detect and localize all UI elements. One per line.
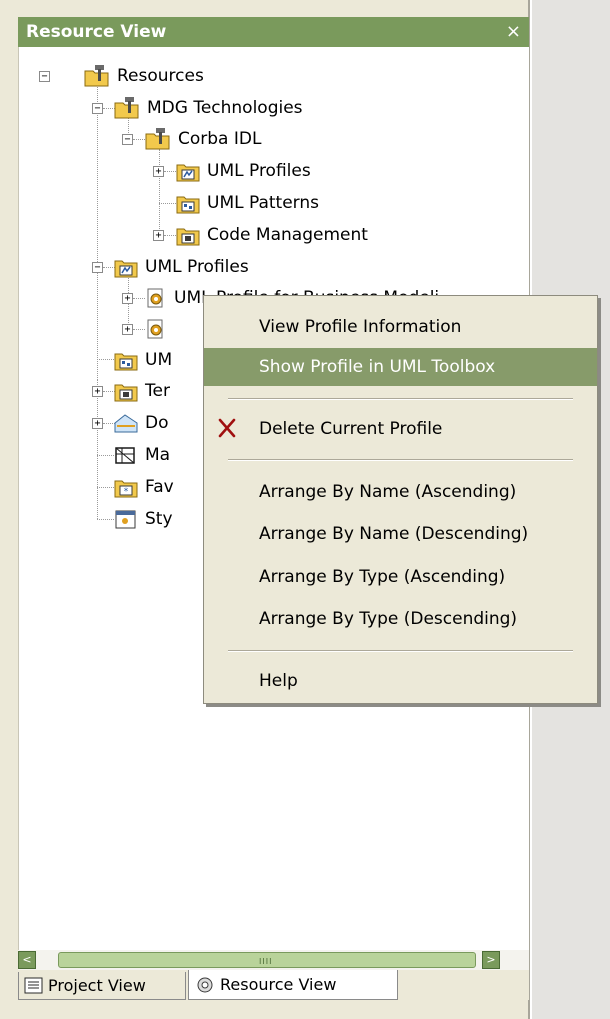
- tab-project-view[interactable]: Project View: [18, 972, 186, 1000]
- scroll-thumb[interactable]: IIII: [58, 952, 476, 968]
- menu-item-view-profile-information[interactable]: View Profile Information: [204, 308, 597, 346]
- tree-node-label: Fav: [145, 477, 174, 497]
- patterns-folder-icon: [114, 353, 138, 371]
- code-management-icon: [114, 384, 138, 402]
- scroll-left-button[interactable]: <: [18, 951, 36, 969]
- tree-node-corba-uml-patterns[interactable]: UML Patterns: [175, 190, 319, 216]
- stereotype-gear-icon: [147, 319, 163, 339]
- resource-view-tab-icon: [197, 977, 213, 992]
- tree-guide: [159, 203, 176, 204]
- collapse-toggle[interactable]: −: [92, 103, 103, 114]
- tree-guide: [97, 487, 114, 488]
- scroll-right-button[interactable]: >: [482, 951, 500, 969]
- menu-item-arrange-type-asc[interactable]: Arrange By Type (Ascending): [204, 558, 597, 596]
- tree-node-label: UML Profiles: [145, 257, 249, 277]
- menu-item-label: Delete Current Profile: [259, 419, 443, 439]
- menu-item-arrange-type-desc[interactable]: Arrange By Type (Descending): [204, 600, 597, 638]
- horizontal-scrollbar[interactable]: < IIII >: [18, 950, 529, 970]
- styles-icon: [115, 510, 136, 529]
- tree-node-label: Code Management: [207, 225, 368, 245]
- tree-guide: [97, 359, 114, 360]
- collapse-toggle[interactable]: −: [39, 71, 50, 82]
- tab-resource-view[interactable]: Resource View: [188, 970, 398, 1000]
- scroll-grip: IIII: [259, 957, 273, 966]
- tree-node-label: UM: [145, 350, 173, 370]
- tree-node-label: Resources: [117, 66, 204, 86]
- tree-guide: [97, 519, 114, 520]
- collapse-toggle[interactable]: −: [92, 262, 103, 273]
- resources-folder-icon: [114, 97, 139, 119]
- expand-toggle[interactable]: +: [153, 230, 164, 241]
- tree-node-label: Do: [145, 413, 169, 433]
- tree-node-mdg-technologies[interactable]: MDG Technologies: [113, 95, 303, 121]
- tab-label: Project View: [48, 976, 146, 995]
- tree-node-label: UML Profiles: [207, 161, 311, 181]
- menu-item-delete-current-profile[interactable]: Delete Current Profile: [204, 410, 597, 448]
- view-tabs: Project View Resource View: [18, 970, 529, 1000]
- stereotype-gear-icon: [147, 288, 163, 308]
- tree-node-resources[interactable]: Resources: [83, 63, 204, 89]
- profile-folder-icon: [176, 164, 200, 182]
- expand-toggle[interactable]: +: [122, 293, 133, 304]
- menu-item-arrange-name-asc[interactable]: Arrange By Name (Ascending): [204, 473, 597, 511]
- tree-node-label: MDG Technologies: [147, 98, 303, 118]
- menu-item-help[interactable]: Help: [204, 662, 597, 700]
- documents-icon: [114, 414, 138, 433]
- menu-separator: [228, 650, 573, 652]
- tree-guide: [97, 380, 98, 519]
- menu-separator: [228, 459, 573, 461]
- resources-folder-icon: [145, 128, 170, 150]
- tree-node-corba-code-management[interactable]: Code Management: [175, 222, 368, 248]
- tree-node-documents[interactable]: Do: [113, 410, 169, 436]
- tree-node-matrix[interactable]: Ma: [113, 442, 170, 468]
- svg-text:*: *: [124, 487, 129, 497]
- tree-node-label: UML Patterns: [207, 193, 320, 213]
- project-view-tab-icon: [24, 977, 43, 993]
- panel-title-bar: Resource View ×: [18, 17, 529, 47]
- context-menu: View Profile Information Show Profile in…: [203, 295, 598, 704]
- tree-node-templates[interactable]: Ter: [113, 378, 170, 404]
- tree-node-label: Ter: [145, 381, 170, 401]
- tree-node-uml-profiles[interactable]: UML Profiles: [113, 254, 249, 280]
- resources-folder-icon: [84, 65, 109, 87]
- collapse-toggle[interactable]: −: [122, 134, 133, 145]
- expand-toggle[interactable]: +: [92, 418, 103, 429]
- expand-toggle[interactable]: +: [122, 324, 133, 335]
- patterns-folder-icon: [176, 196, 200, 214]
- tree-guide: [159, 149, 160, 237]
- matrix-icon: [115, 447, 135, 464]
- panel-title: Resource View: [26, 22, 167, 42]
- tree-node-favorites[interactable]: * Fav: [113, 474, 174, 500]
- delete-x-icon: [218, 418, 236, 438]
- profile-folder-icon: [114, 260, 138, 278]
- tree-node-label: Corba IDL: [178, 129, 262, 149]
- tree-node-label: Sty: [145, 509, 173, 529]
- tree-node-styles[interactable]: Sty: [113, 506, 173, 532]
- menu-item-arrange-name-desc[interactable]: Arrange By Name (Descending): [204, 515, 597, 553]
- tree-node-corba-uml-profiles[interactable]: UML Profiles: [175, 158, 311, 184]
- tree-node-uml-patterns[interactable]: UM: [113, 347, 172, 373]
- menu-separator: [228, 398, 573, 400]
- menu-item-show-profile-in-toolbox[interactable]: Show Profile in UML Toolbox: [204, 348, 597, 386]
- code-management-icon: [176, 228, 200, 246]
- expand-toggle[interactable]: +: [92, 386, 103, 397]
- expand-toggle[interactable]: +: [153, 166, 164, 177]
- tree-node-uml-profile-second[interactable]: [144, 316, 174, 342]
- tree-node-corba-idl[interactable]: Corba IDL: [144, 126, 261, 152]
- tab-label: Resource View: [220, 975, 337, 994]
- tree-guide: [97, 455, 114, 456]
- favorites-icon: *: [114, 480, 138, 498]
- tree-guide: [97, 85, 98, 380]
- tree-node-label: Ma: [145, 445, 171, 465]
- close-icon[interactable]: ×: [506, 17, 521, 47]
